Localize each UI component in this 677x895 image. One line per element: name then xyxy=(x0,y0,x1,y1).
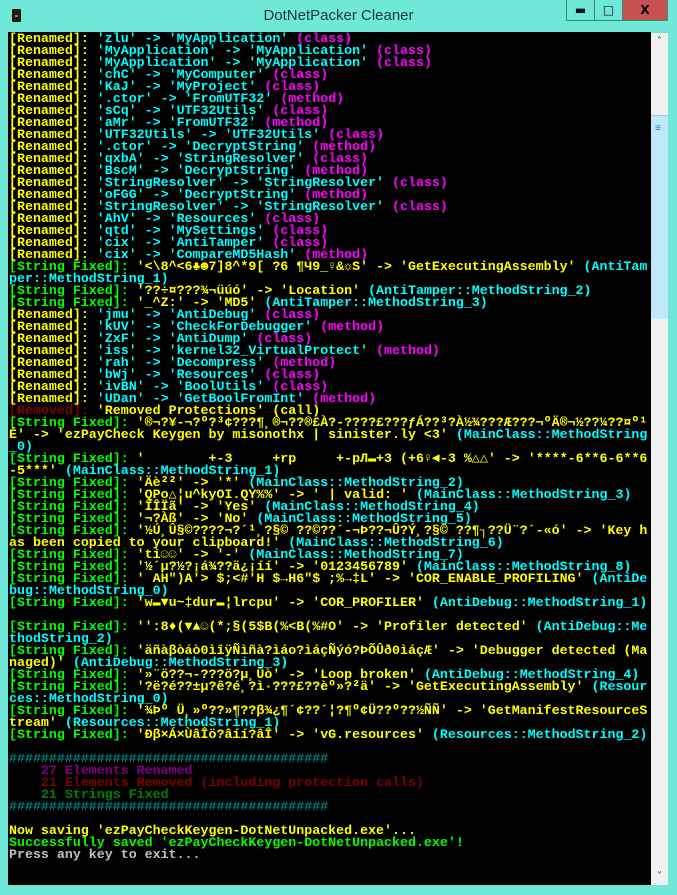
log-line-string: [String Fixed]: '¾Þº Ü¸»º??»¶??β¾¿¶´¢??´… xyxy=(9,704,649,729)
log-line-string: [String Fixed]: 'w▬▼u~‡dur▬¦lrcpu' -> 'C… xyxy=(9,595,649,610)
log-line-string: [String Fixed]: 'äñàβòáò0ìîÿÑìñà?ìáo?ìáç… xyxy=(9,644,649,669)
log-line-string: [String Fixed]: '½Ú¸Û§©????¬?´¹¸?§© ??©?… xyxy=(9,524,649,549)
scroll-up-button[interactable]: ˄ xyxy=(651,33,668,50)
console-output[interactable]: [Renamed]: 'zlu' -> 'MyApplication' (cla… xyxy=(8,32,651,885)
log-tag: (Resources::MethodString_2) xyxy=(431,727,648,742)
log-tag: (class) xyxy=(392,199,448,214)
minimize-button[interactable]: ▬ xyxy=(566,0,595,21)
log-tag: (method) xyxy=(320,319,385,334)
log-tag: (class) xyxy=(376,55,432,70)
scroll-down-button[interactable]: ˅ xyxy=(651,868,668,885)
log-tag: (class) xyxy=(392,175,448,190)
scroll-thumb[interactable] xyxy=(651,115,668,319)
log-line-string: [String Fixed]: '':8♦(▼▲☺(*;§(5$B(%<B(%#… xyxy=(9,619,649,645)
log-label: [String Fixed]: xyxy=(9,595,137,610)
grip-icon: ≡ xyxy=(655,123,661,134)
log-body: '?ë?é??±µ?ê?é¸?ì·???£??èº»?²ä' -> 'GetEx… xyxy=(136,679,592,694)
log-body: '<\8^<6♣☻7]8^*9[ ?6 ¶Ч9_♀&☼S' -> 'GetExe… xyxy=(136,259,584,274)
log-body: ' AH")A'> $;<#'H $→H6"$ ;%→‡L' -> 'COR_E… xyxy=(136,571,592,586)
log-line-string: [String Fixed]: 'Ðβ×Á×ÙâÎö?âíí?âÎ' -> 'v… xyxy=(9,727,649,742)
log-label: [String Fixed]: xyxy=(9,727,137,742)
maximize-button[interactable]: □ xyxy=(594,0,623,21)
log-tag: (AntiDebug::MethodString_1) xyxy=(431,595,648,610)
log-line-string: [String Fixed]: ' AH")A'> $;<#'H $→H6"$ … xyxy=(9,571,649,597)
console-line: Press any key to exit... xyxy=(9,847,201,862)
vertical-scrollbar[interactable]: ˄ ≡ ˅ xyxy=(651,33,668,885)
log-body: '':8♦(▼▲☺(*;§(5$B(%<B(%#O' -> 'Profiler … xyxy=(136,619,536,634)
log-line-string: [String Fixed]: '<\8^<6♣☻7]8^*9[ ?6 ¶Ч9_… xyxy=(9,259,649,285)
console-text: [Renamed]: 'zlu' -> 'MyApplication' (cla… xyxy=(9,32,649,862)
log-line-string: [String Fixed]: ' +-3 +rp +-pЛ▬+3 (+6♀◄-… xyxy=(9,452,649,477)
log-body: 'Ðβ×Á×ÙâÎö?âíí?âÎ' -> 'vG.resources' xyxy=(136,727,432,742)
log-body: 'w▬▼u~‡dur▬¦lrcpu' -> 'COR_PROFILER' xyxy=(136,595,432,610)
log-tag: (method) xyxy=(312,391,377,406)
log-line-string: [String Fixed]: '?ë?é??±µ?ê?é¸?ì·???£??è… xyxy=(9,679,649,705)
title-bar[interactable]: DotNetPacker Cleaner ▬ □ X xyxy=(0,0,677,32)
console-line: ######################################## xyxy=(9,799,329,814)
close-button[interactable]: X xyxy=(622,0,668,21)
log-line-string: [String Fixed]: '®¬?¥-¬?º?³¢???¶¸®¬??®£À… xyxy=(9,416,649,453)
log-tag: (method) xyxy=(376,343,440,358)
